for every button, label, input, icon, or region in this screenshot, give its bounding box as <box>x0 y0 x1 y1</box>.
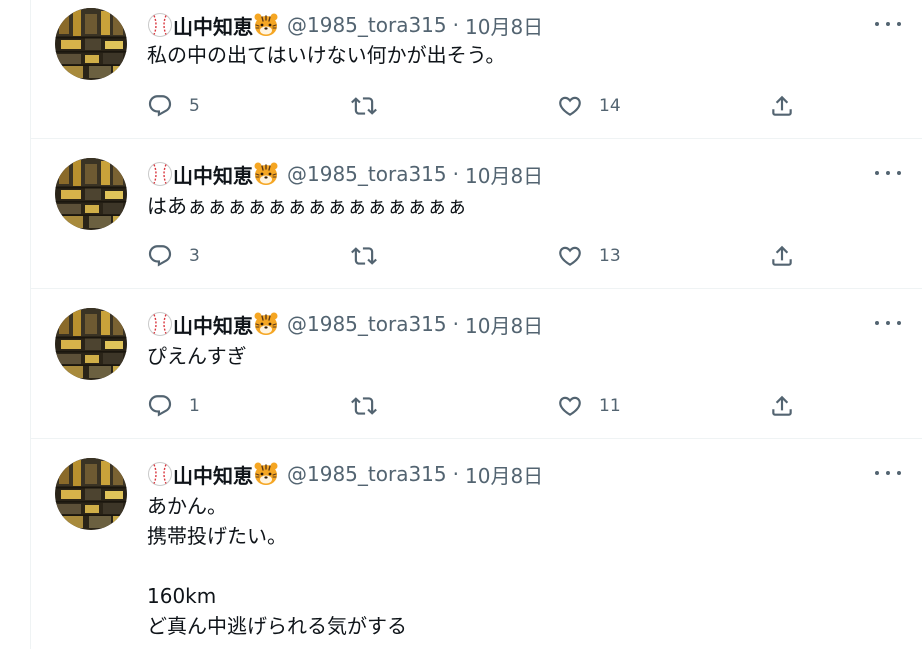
reply-button[interactable]: 1 <box>147 392 200 420</box>
tweet[interactable]: 山中知恵 @1985_tora315 · 10月8日 私の中の出てはいけない何か… <box>31 0 922 139</box>
retweet-button[interactable] <box>351 92 393 120</box>
tiger-face-emoji-icon <box>253 461 279 487</box>
more-icon[interactable] <box>875 463 901 483</box>
more-icon[interactable] <box>875 163 901 183</box>
display-name[interactable]: 山中知恵 <box>147 310 279 339</box>
separator-dot: · <box>452 462 459 486</box>
tweet[interactable]: 山中知恵 @1985_tora315 · 10月8日 あかん。 携帯投げたい。 … <box>31 439 922 649</box>
tweet-date[interactable]: 10月8日 <box>465 160 543 189</box>
display-name-text: 山中知恵 <box>173 313 253 338</box>
retweet-icon <box>351 243 377 269</box>
baseball-emoji-icon <box>147 12 173 38</box>
tiger-face-emoji-icon <box>253 161 279 187</box>
reply-button[interactable]: 5 <box>147 92 200 120</box>
tweet-actions: 5 14 <box>147 92 787 120</box>
reply-icon <box>147 393 173 419</box>
timeline: 山中知恵 @1985_tora315 · 10月8日 私の中の出てはいけない何か… <box>30 0 922 649</box>
tweet-header: 山中知恵 @1985_tora315 · 10月8日 <box>147 310 543 339</box>
tweet-text: ぴえんすぎ <box>147 344 247 368</box>
like-button[interactable]: 13 <box>557 242 621 270</box>
reply-count: 3 <box>189 246 200 266</box>
handle[interactable]: @1985_tora315 <box>287 13 447 37</box>
heart-icon <box>557 93 583 119</box>
heart-icon <box>557 393 583 419</box>
tweet-actions: 1 11 <box>147 392 787 420</box>
like-button[interactable]: 11 <box>557 392 621 420</box>
share-button[interactable] <box>769 92 795 120</box>
avatar[interactable] <box>55 458 127 530</box>
separator-dot: · <box>452 13 459 37</box>
like-count: 14 <box>599 96 621 116</box>
reply-count: 1 <box>189 396 200 416</box>
display-name-text: 山中知恵 <box>173 14 253 39</box>
reply-icon <box>147 243 173 269</box>
handle[interactable]: @1985_tora315 <box>287 462 447 486</box>
baseball-emoji-icon <box>147 161 173 187</box>
like-button[interactable]: 14 <box>557 92 621 120</box>
tweet-date[interactable]: 10月8日 <box>465 460 543 489</box>
tweet-text: はあぁぁぁぁぁぁぁぁぁぁぁぁぁぁ <box>147 194 467 218</box>
tweet-actions: 3 13 <box>147 242 787 270</box>
heart-icon <box>557 243 583 269</box>
reply-count: 5 <box>189 96 200 116</box>
more-icon[interactable] <box>875 14 901 34</box>
display-name-text: 山中知恵 <box>173 463 253 488</box>
handle[interactable]: @1985_tora315 <box>287 312 447 336</box>
share-icon <box>769 93 795 119</box>
share-icon <box>769 243 795 269</box>
reply-icon <box>147 93 173 119</box>
tweet-header: 山中知恵 @1985_tora315 · 10月8日 <box>147 11 543 40</box>
share-button[interactable] <box>769 392 795 420</box>
display-name[interactable]: 山中知恵 <box>147 460 279 489</box>
baseball-emoji-icon <box>147 461 173 487</box>
avatar[interactable] <box>55 308 127 380</box>
display-name-text: 山中知恵 <box>173 163 253 188</box>
avatar[interactable] <box>55 158 127 230</box>
tweet-date[interactable]: 10月8日 <box>465 310 543 339</box>
tweet[interactable]: 山中知恵 @1985_tora315 · 10月8日 ぴえんすぎ 1 11 <box>31 289 922 439</box>
tweet-header: 山中知恵 @1985_tora315 · 10月8日 <box>147 160 543 189</box>
tweet-text: 私の中の出てはいけない何かが出そう。 <box>147 43 506 67</box>
tiger-face-emoji-icon <box>253 311 279 337</box>
like-count: 13 <box>599 246 621 266</box>
retweet-icon <box>351 93 377 119</box>
tweet-header: 山中知恵 @1985_tora315 · 10月8日 <box>147 460 543 489</box>
handle[interactable]: @1985_tora315 <box>287 162 447 186</box>
tweet-date[interactable]: 10月8日 <box>465 11 543 40</box>
retweet-button[interactable] <box>351 392 393 420</box>
reply-button[interactable]: 3 <box>147 242 200 270</box>
display-name[interactable]: 山中知恵 <box>147 11 279 40</box>
retweet-button[interactable] <box>351 242 393 270</box>
display-name[interactable]: 山中知恵 <box>147 160 279 189</box>
like-count: 11 <box>599 396 621 416</box>
share-button[interactable] <box>769 242 795 270</box>
tweet[interactable]: 山中知恵 @1985_tora315 · 10月8日 はあぁぁぁぁぁぁぁぁぁぁぁ… <box>31 139 922 289</box>
more-icon[interactable] <box>875 313 901 333</box>
baseball-emoji-icon <box>147 311 173 337</box>
separator-dot: · <box>452 162 459 186</box>
separator-dot: · <box>452 312 459 336</box>
tiger-face-emoji-icon <box>253 12 279 38</box>
retweet-icon <box>351 393 377 419</box>
avatar[interactable] <box>55 8 127 80</box>
tweet-text: あかん。 携帯投げたい。 160km ど真ん中逃げられる気がする <box>147 494 407 638</box>
share-icon <box>769 393 795 419</box>
